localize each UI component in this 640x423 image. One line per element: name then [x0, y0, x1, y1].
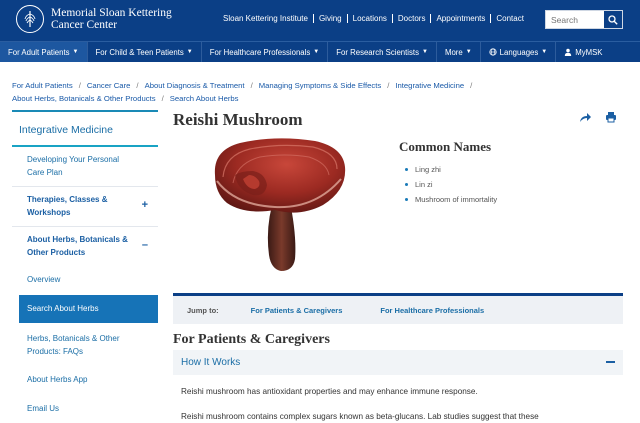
collapse-minus-icon[interactable] [606, 361, 615, 363]
nav-label: Languages [499, 47, 539, 57]
page-title: Reishi Mushroom [173, 110, 303, 129]
breadcrumb-link[interactable]: About Herbs, Botanicals & Other Products [12, 94, 156, 103]
breadcrumb-link[interactable]: About Diagnosis & Treatment [145, 81, 245, 90]
jump-to-bar: Jump to: For Patients & Caregivers For H… [173, 293, 623, 324]
search-input[interactable] [546, 11, 604, 28]
caret-down-icon: ▼ [422, 49, 428, 55]
paragraph: Reishi mushroom contains complex sugars … [181, 412, 539, 421]
breadcrumb-separator: / [470, 81, 473, 90]
nav-languages[interactable]: Languages ▼ [481, 42, 557, 62]
search-button[interactable] [604, 11, 622, 28]
util-link-appointments[interactable]: Appointments [431, 14, 492, 23]
nav-label: MyMSK [575, 47, 603, 57]
caret-down-icon: ▼ [541, 49, 548, 55]
nav-for-child-teen-patients[interactable]: For Child & Teen Patients ▼ [88, 42, 202, 62]
sidebar-item-personal-care-plan[interactable]: Developing Your Personal Care Plan [12, 147, 158, 187]
common-names-list: Ling zhi Lin zi Mushroom of immortality [405, 162, 497, 207]
nav-label: For Research Scientists [336, 47, 419, 57]
util-link-doctors[interactable]: Doctors [393, 14, 432, 23]
list-item: Mushroom of immortality [405, 192, 497, 207]
sidebar-subitem-search-about-herbs[interactable]: Search About Herbs [19, 294, 158, 323]
sidebar-title[interactable]: Integrative Medicine [12, 112, 158, 147]
util-link-giving[interactable]: Giving [314, 14, 348, 23]
bullet-icon [405, 198, 408, 201]
expand-plus-icon[interactable]: + [142, 199, 148, 212]
caret-down-icon: ▼ [313, 49, 320, 55]
logo-text: Memorial Sloan Kettering Cancer Center [51, 7, 172, 32]
sidebar-subitem-faqs[interactable]: Herbs, Botanicals & Other Products: FAQs [12, 323, 158, 366]
util-link-contact[interactable]: Contact [491, 14, 529, 23]
accordion-title: How It Works [181, 357, 241, 368]
msk-logo[interactable]: Memorial Sloan Kettering Cancer Center [16, 5, 172, 33]
breadcrumb-link[interactable]: Integrative Medicine [395, 81, 464, 90]
breadcrumb-separator: / [136, 81, 139, 90]
site-header: Memorial Sloan Kettering Cancer Center S… [0, 0, 640, 41]
caret-down-icon: ▼ [465, 49, 472, 55]
caret-down-icon: ▼ [72, 49, 79, 55]
jump-link-patients-caregivers[interactable]: For Patients & Caregivers [251, 306, 343, 315]
globe-icon [489, 48, 497, 56]
sidebar-item-about-herbs[interactable]: About Herbs, Botanicals & Other Products… [12, 227, 158, 266]
nav-label: For Healthcare Professionals [209, 47, 311, 57]
user-icon [565, 48, 572, 56]
print-icon[interactable] [605, 110, 617, 128]
sidebar-item-therapies[interactable]: Therapies, Classes & Workshops + [12, 187, 158, 227]
nav-label: For Child & Teen Patients [95, 47, 184, 57]
search-icon [608, 14, 618, 25]
nav-label: For Adult Patients [8, 47, 70, 57]
sidebar: Integrative Medicine Developing Your Per… [12, 110, 158, 423]
list-item: Lin zi [405, 177, 497, 192]
sidebar-subitem-email-us[interactable]: Email Us [12, 395, 158, 423]
nav-for-adult-patients[interactable]: For Adult Patients ▼ [0, 42, 88, 62]
breadcrumb-link[interactable]: Managing Symptoms & Side Effects [259, 81, 382, 90]
section-title-patients-caregivers: For Patients & Caregivers [173, 332, 330, 347]
nav-more[interactable]: More ▼ [437, 42, 481, 62]
search-box [545, 10, 623, 29]
sidebar-item-label: Therapies, Classes & Workshops [27, 195, 108, 217]
nav-label: More [444, 47, 463, 57]
common-name: Lin zi [415, 180, 433, 189]
sidebar-subitem-about-herbs-app[interactable]: About Herbs App [12, 366, 158, 395]
sidebar-item-label: About Herbs, Botanicals & Other Products [27, 235, 128, 257]
collapse-minus-icon[interactable]: – [142, 239, 148, 252]
breadcrumb: For Adult Patients / Cancer Care / About Dia… [12, 79, 612, 105]
logo-line-2: Cancer Center [51, 19, 118, 31]
breadcrumb-link[interactable]: Cancer Care [87, 81, 131, 90]
nav-mymsk[interactable]: MyMSK [556, 42, 610, 62]
common-name: Ling zhi [415, 165, 441, 174]
logo-line-1: Memorial Sloan Kettering [51, 6, 172, 19]
breadcrumb-separator: / [387, 81, 390, 90]
list-item: Ling zhi [405, 162, 497, 177]
reishi-mushroom-image: ​ [205, 135, 350, 277]
jump-link-healthcare-professionals[interactable]: For Healthcare Professionals [380, 306, 484, 315]
bullet-icon [405, 168, 408, 171]
sidebar-subitem-overview[interactable]: Overview [12, 266, 158, 295]
caret-down-icon: ▼ [186, 49, 193, 55]
breadcrumb-link[interactable]: For Adult Patients [12, 81, 73, 90]
share-icon[interactable] [579, 110, 592, 128]
breadcrumb-link[interactable]: Search About Herbs [170, 94, 239, 103]
paragraph: Reishi mushroom has antioxidant properti… [181, 387, 478, 396]
common-names-heading: Common Names [399, 139, 492, 154]
nav-for-healthcare-professionals[interactable]: For Healthcare Professionals ▼ [202, 42, 329, 62]
common-name: Mushroom of immortality [415, 195, 498, 204]
main-nav: For Adult Patients ▼ For Child & Teen Pa… [0, 41, 640, 62]
sidebar-item-label: Developing Your Personal Care Plan [27, 155, 120, 177]
breadcrumb-separator: / [161, 94, 164, 103]
bullet-icon [405, 183, 408, 186]
jump-to-label: Jump to: [187, 305, 219, 315]
accordion-how-it-works[interactable]: How It Works [173, 350, 623, 375]
utility-links: Sloan Kettering Institute Giving Locatio… [218, 14, 529, 23]
util-link-ski[interactable]: Sloan Kettering Institute [218, 14, 314, 23]
util-link-locations[interactable]: Locations [348, 14, 393, 23]
msk-logo-icon [16, 5, 44, 33]
breadcrumb-separator: / [78, 81, 81, 90]
nav-for-research-scientists[interactable]: For Research Scientists ▼ [328, 42, 437, 62]
breadcrumb-separator: / [250, 81, 253, 90]
